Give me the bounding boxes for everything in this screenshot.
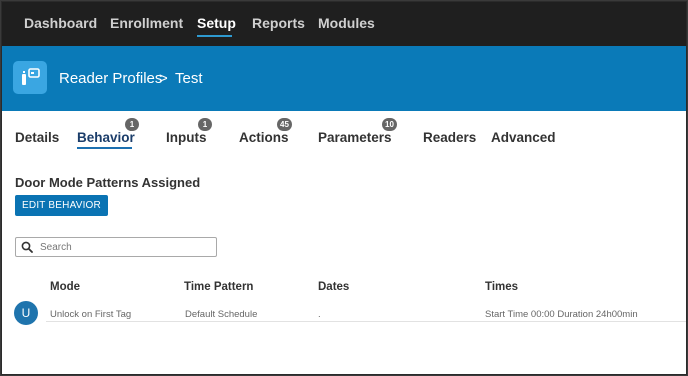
search-box[interactable] <box>15 237 217 257</box>
breadcrumb-section[interactable]: Reader Profiles <box>59 70 162 87</box>
cell-time-pattern: Default Schedule <box>185 309 258 320</box>
nav-reports[interactable]: Reports <box>252 15 305 31</box>
tab-details[interactable]: Details <box>15 130 59 145</box>
tab-inputs[interactable]: Inputs <box>166 130 207 145</box>
search-icon <box>21 241 33 253</box>
nav-dashboard[interactable]: Dashboard <box>24 15 97 31</box>
behavior-count-badge: 1 <box>125 118 139 131</box>
nav-active-indicator <box>197 35 232 37</box>
nav-setup[interactable]: Setup <box>197 15 236 31</box>
cell-dates: . <box>318 309 321 320</box>
page-header: Reader Profiles > Test <box>2 46 686 111</box>
page-title: Test <box>175 70 203 87</box>
section-title: Door Mode Patterns Assigned <box>15 175 201 190</box>
nav-enrollment[interactable]: Enrollment <box>110 15 183 31</box>
top-nav: Dashboard Enrollment Setup Reports Modul… <box>2 2 686 46</box>
search-input[interactable] <box>40 239 212 255</box>
cell-mode[interactable]: Unlock on First Tag <box>50 309 131 320</box>
tab-advanced[interactable]: Advanced <box>491 130 556 145</box>
column-header-time-pattern[interactable]: Time Pattern <box>184 281 253 293</box>
column-header-dates[interactable]: Dates <box>318 281 349 293</box>
row-divider <box>46 321 686 322</box>
tab-parameters[interactable]: Parameters <box>318 130 392 145</box>
tab-actions[interactable]: Actions <box>239 130 289 145</box>
reader-profile-icon <box>13 61 47 94</box>
column-header-mode[interactable]: Mode <box>50 281 80 293</box>
mode-avatar: U <box>14 301 38 325</box>
cell-times: Start Time 00:00 Duration 24h00min <box>485 309 638 320</box>
parameters-count-badge: 10 <box>382 118 397 131</box>
column-header-times[interactable]: Times <box>485 281 518 293</box>
nav-modules[interactable]: Modules <box>318 15 375 31</box>
app-window: Dashboard Enrollment Setup Reports Modul… <box>1 1 687 375</box>
breadcrumb-separator: > <box>159 70 168 87</box>
actions-count-badge: 45 <box>277 118 292 131</box>
edit-behavior-button[interactable]: EDIT BEHAVIOR <box>15 195 108 216</box>
tab-behavior[interactable]: Behavior <box>77 130 135 145</box>
tab-active-indicator <box>77 147 132 149</box>
tab-readers[interactable]: Readers <box>423 130 476 145</box>
inputs-count-badge: 1 <box>198 118 212 131</box>
